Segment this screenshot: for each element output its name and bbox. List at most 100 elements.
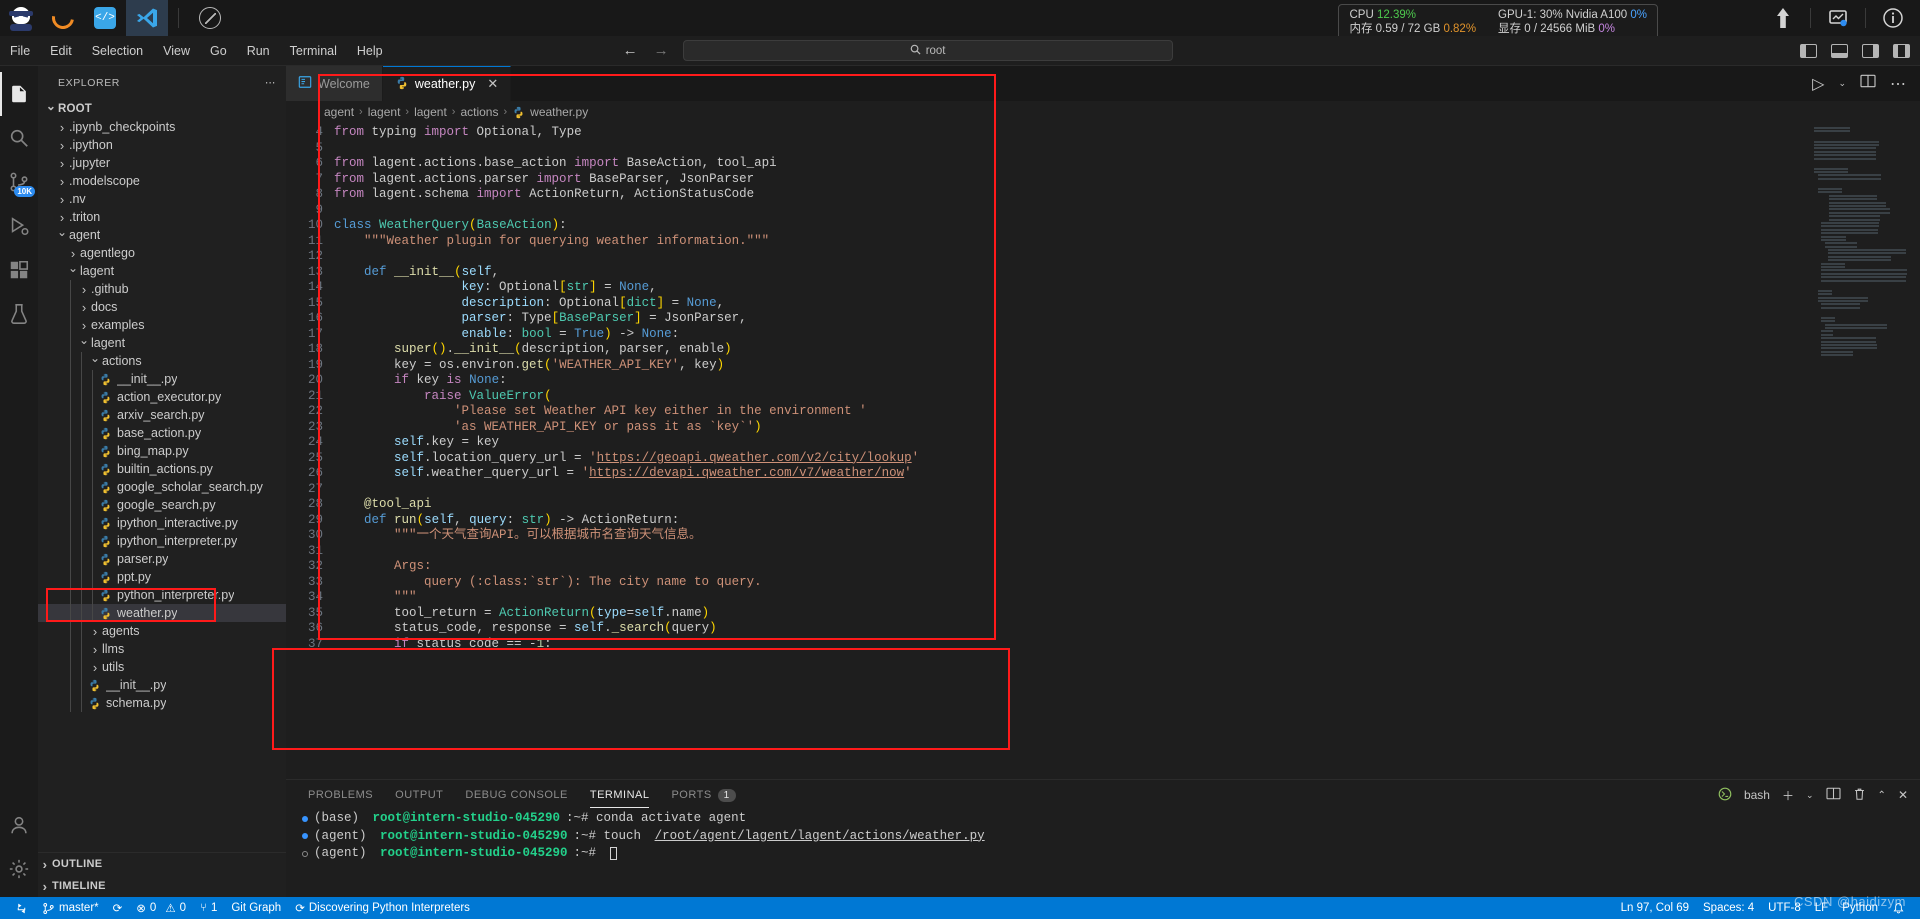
code-app-icon[interactable]: </> [84,0,126,36]
activity-accounts[interactable] [0,803,38,847]
command-search-input[interactable]: root [682,40,1173,61]
activity-run-debug[interactable] [0,204,38,248]
menu-help[interactable]: Help [347,36,393,66]
code-line[interactable]: enable: bool = True) -> None: [334,327,1920,343]
tree-file-bing-map-py[interactable]: bing_map.py [38,442,286,460]
tab-welcome[interactable]: Welcome [286,66,383,101]
tree-folder-lagent[interactable]: lagent [38,334,286,352]
tree-file-action-executor-py[interactable]: action_executor.py [38,388,286,406]
activity-testing[interactable] [0,292,38,336]
panel-tab-problems[interactable]: PROBLEMS [308,780,373,810]
code-line[interactable] [334,544,1920,560]
code-line[interactable]: 'Please set Weather API key either in th… [334,404,1920,420]
encoding-status[interactable]: UTF-8 [1761,897,1808,919]
panel-tab-debug-console[interactable]: DEBUG CONSOLE [465,780,567,810]
tree-folder-agents[interactable]: agents [38,622,286,640]
run-options-chevron-icon[interactable]: ⌄ [1838,78,1846,89]
activity-source-control[interactable]: 10K [0,160,38,204]
tree-folder--modelscope[interactable]: .modelscope [38,172,286,190]
code-line[interactable]: self.location_query_url = 'https://geoap… [334,451,1920,467]
code-line[interactable]: raise ValueError( [334,389,1920,405]
upload-arrow-icon[interactable] [1756,0,1810,36]
run-python-file-icon[interactable]: ▷ [1812,74,1824,94]
code-line[interactable]: self.weather_query_url = 'https://devapi… [334,466,1920,482]
code-line[interactable]: Args: [334,559,1920,575]
code-line[interactable]: status_code, response = self._search(que… [334,621,1920,637]
info-icon[interactable] [1866,0,1920,36]
section-timeline[interactable]: TIMELINE [38,875,286,897]
explorer-more-actions-icon[interactable]: ⋯ [265,77,276,89]
code-line[interactable]: self.key = key [334,435,1920,451]
code-line[interactable]: parser: Type[BaseParser] = JsonParser, [334,311,1920,327]
breadcrumb-item-1[interactable]: lagent [368,105,401,119]
code-content[interactable]: from typing import Optional, Type from l… [332,123,1920,779]
ninja-app-icon[interactable] [0,0,42,36]
panel-tab-ports[interactable]: PORTS 1 [671,780,736,810]
code-line[interactable]: super().__init__(description, parser, en… [334,342,1920,358]
code-line[interactable]: key = os.environ.get('WEATHER_API_KEY', … [334,358,1920,374]
tree-file-ipython-interactive-py[interactable]: ipython_interactive.py [38,514,286,532]
monitor-stats-icon[interactable] [1811,0,1865,36]
indentation-status[interactable]: Spaces: 4 [1696,897,1761,919]
tree-folder--triton[interactable]: .triton [38,208,286,226]
menu-run[interactable]: Run [237,36,280,66]
tree-file-schema-py[interactable]: schema.py [38,694,286,712]
terminal-dropdown-chevron-icon[interactable]: ⌄ [1806,790,1814,801]
language-mode-status[interactable]: Python [1835,897,1885,919]
tree-file---init---py[interactable]: __init__.py [38,676,286,694]
close-panel-icon[interactable]: ✕ [1898,788,1908,802]
code-editor[interactable]: 4 5 6 7 8 9 10 11 12 13 14 15 16 17 18 19 20 21 22 23 24 25 26… [286,123,1920,779]
back-button[interactable]: ← [623,42,638,59]
breadcrumb-item-2[interactable]: lagent [414,105,447,119]
code-line[interactable] [334,482,1920,498]
eol-status[interactable]: LF [1808,897,1835,919]
code-line[interactable]: def __init__(self, [334,265,1920,281]
moon-app-icon[interactable] [42,0,84,36]
tree-folder-examples[interactable]: examples [38,316,286,334]
more-actions-icon[interactable]: ⋯ [1890,74,1906,94]
code-line[interactable]: @tool_api [334,497,1920,513]
code-line[interactable]: from lagent.actions.base_action import B… [334,156,1920,172]
code-line[interactable] [334,249,1920,265]
ports-status[interactable]: ⑂ 1 [193,897,224,919]
tree-folder-agent[interactable]: agent [38,226,286,244]
code-line[interactable]: """ [334,590,1920,606]
kill-terminal-icon[interactable] [1853,787,1866,804]
new-terminal-icon[interactable]: ＋ [1782,787,1794,804]
tree-file-python-interpreter-py[interactable]: python_interpreter.py [38,586,286,604]
remote-indicator[interactable] [8,897,35,919]
code-line[interactable]: description: Optional[dict] = None, [334,296,1920,312]
tree-file-parser-py[interactable]: parser.py [38,550,286,568]
tree-folder--nv[interactable]: .nv [38,190,286,208]
tree-folder-llms[interactable]: llms [38,640,286,658]
terminal-path-link[interactable]: /root/agent/lagent/lagent/actions/weathe… [655,828,985,846]
split-terminal-icon[interactable] [1826,787,1841,803]
code-line[interactable]: tool_return = ActionReturn(type=self.nam… [334,606,1920,622]
code-line[interactable]: from lagent.schema import ActionReturn, … [334,187,1920,203]
tree-folder--jupyter[interactable]: .jupyter [38,154,286,172]
menu-selection[interactable]: Selection [82,36,153,66]
maximize-panel-icon[interactable]: ⌃ [1878,790,1886,801]
menu-terminal[interactable]: Terminal [280,36,347,66]
git-graph-status[interactable]: Git Graph [224,897,288,919]
code-line[interactable] [334,203,1920,219]
panel-tab-output[interactable]: OUTPUT [395,780,443,810]
code-line[interactable]: """Weather plugin for querying weather i… [334,234,1920,250]
panel-tab-terminal[interactable]: TERMINAL [589,780,650,810]
tree-root[interactable]: ROOT [38,100,286,118]
code-line[interactable]: """一个天气查询API。可以根据城市名查询天气信息。 [334,528,1920,544]
forward-button[interactable]: → [654,42,669,59]
tree-file-ipython-interpreter-py[interactable]: ipython_interpreter.py [38,532,286,550]
tree-folder--github[interactable]: .github [38,280,286,298]
code-line[interactable]: def run(self, query: str) -> ActionRetur… [334,513,1920,529]
toggle-secondary-sidebar-icon[interactable] [1862,43,1879,58]
activity-explorer[interactable] [0,72,38,116]
activity-search[interactable] [0,116,38,160]
terminal-output[interactable]: (base) root@intern-studio-045290:~# cond… [286,810,1920,897]
tree-folder--ipython[interactable]: .ipython [38,136,286,154]
sync-status[interactable]: ⟳ [106,897,130,919]
tree-folder-actions[interactable]: actions [38,352,286,370]
menu-go[interactable]: Go [200,36,237,66]
code-line[interactable] [334,141,1920,157]
menu-edit[interactable]: Edit [40,36,82,66]
